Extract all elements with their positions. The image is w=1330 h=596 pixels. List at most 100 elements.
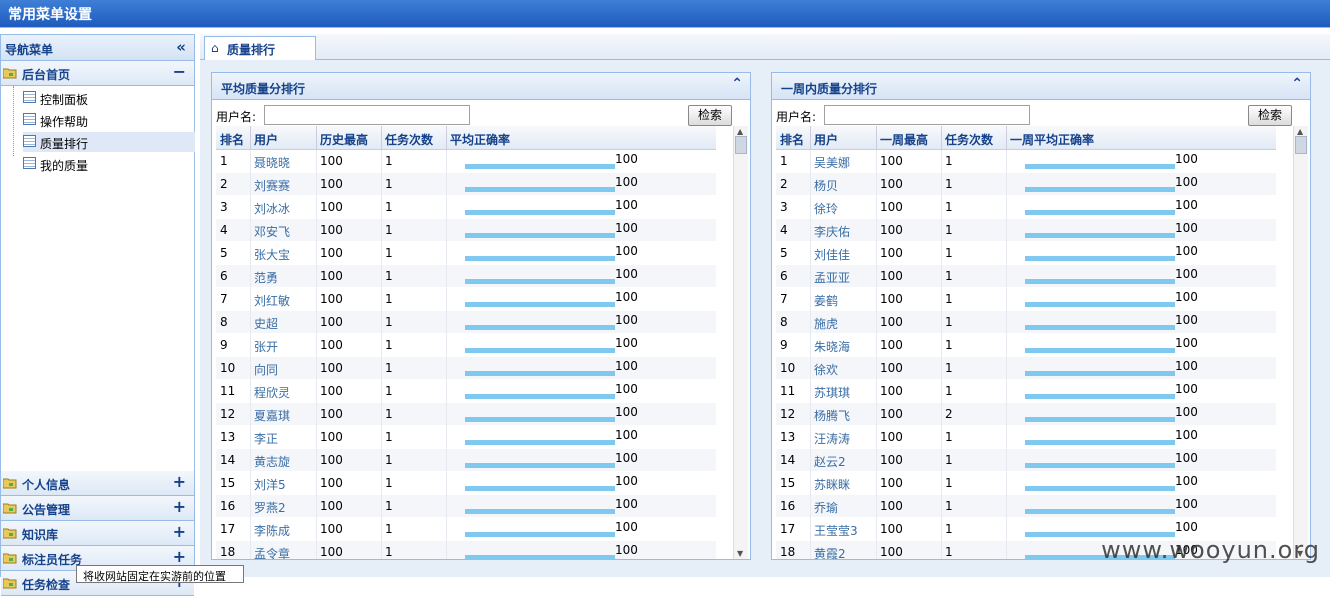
table-row[interactable]: 6 范勇 100 1 100 [216, 265, 716, 288]
column-header[interactable]: 排名 [220, 131, 244, 148]
user-cell[interactable]: 夏嘉琪 [254, 407, 290, 424]
nav-section-notices[interactable]: 公告管理 + [1, 496, 194, 521]
table-row[interactable]: 7 姜鹤 100 1 100 [776, 288, 1276, 311]
user-cell[interactable]: 张大宝 [254, 246, 290, 263]
table-row[interactable]: 10 向同 100 1 100 [216, 357, 716, 380]
user-cell[interactable]: 乔瑜 [814, 499, 838, 516]
nav-item-quality-ranking[interactable]: 质量排行 [23, 132, 195, 152]
column-header[interactable]: 用户 [254, 131, 278, 148]
user-cell[interactable]: 刘赛赛 [254, 177, 290, 194]
user-cell[interactable]: 刘红敏 [254, 292, 290, 309]
user-cell[interactable]: 孟令章 [254, 545, 290, 559]
collapse-icon[interactable]: « [176, 38, 186, 56]
expand-icon[interactable]: + [173, 522, 186, 541]
user-cell[interactable]: 孟亚亚 [814, 269, 850, 286]
table-row[interactable]: 7 刘红敏 100 1 100 [216, 288, 716, 311]
user-cell[interactable]: 朱晓海 [814, 338, 850, 355]
user-cell[interactable]: 刘佳佳 [814, 246, 850, 263]
column-header[interactable]: 平均正确率 [450, 131, 510, 148]
user-cell[interactable]: 王莹莹3 [814, 522, 858, 539]
expand-icon[interactable]: + [173, 547, 186, 566]
collapse-toggle-icon[interactable]: − [173, 62, 186, 81]
user-cell[interactable]: 苏琪琪 [814, 384, 850, 401]
user-cell[interactable]: 聂晓晓 [254, 154, 290, 171]
column-header[interactable]: 排名 [780, 131, 804, 148]
nav-item-my-quality[interactable]: 我的质量 [23, 154, 195, 174]
nav-section-home[interactable]: 后台首页 − [1, 61, 194, 86]
column-header[interactable]: 一周平均正确率 [1010, 131, 1094, 148]
scroll-thumb[interactable] [1295, 136, 1307, 154]
tab-quality-ranking[interactable]: ⌂ 质量排行 [204, 36, 316, 61]
table-row[interactable]: 15 苏眯眯 100 1 100 [776, 472, 1276, 495]
user-cell[interactable]: 刘洋5 [254, 476, 286, 493]
user-cell[interactable]: 张开 [254, 338, 278, 355]
user-cell[interactable]: 徐欢 [814, 361, 838, 378]
table-row[interactable]: 11 程欣灵 100 1 100 [216, 380, 716, 403]
table-row[interactable]: 5 刘佳佳 100 1 100 [776, 242, 1276, 265]
table-row[interactable]: 8 史超 100 1 100 [216, 311, 716, 334]
user-cell[interactable]: 赵云2 [814, 453, 846, 470]
user-cell[interactable]: 史超 [254, 315, 278, 332]
table-row[interactable]: 17 李陈成 100 1 100 [216, 518, 716, 541]
table-row[interactable]: 2 杨贝 100 1 100 [776, 173, 1276, 196]
expand-icon[interactable]: + [173, 497, 186, 516]
collapse-panel-icon[interactable]: ⌃ [731, 76, 743, 92]
scroll-thumb[interactable] [735, 136, 747, 154]
table-row[interactable]: 14 赵云2 100 1 100 [776, 449, 1276, 472]
user-cell[interactable]: 李陈成 [254, 522, 290, 539]
user-cell[interactable]: 姜鹤 [814, 292, 838, 309]
table-row[interactable]: 10 徐欢 100 1 100 [776, 357, 1276, 380]
user-cell[interactable]: 黄志旋 [254, 453, 290, 470]
user-cell[interactable]: 黄霞2 [814, 545, 846, 559]
user-cell[interactable]: 刘冰冰 [254, 200, 290, 217]
user-cell[interactable]: 向同 [254, 361, 278, 378]
table-row[interactable]: 1 吴美娜 100 1 100 [776, 150, 1276, 173]
table-row[interactable]: 2 刘赛赛 100 1 100 [216, 173, 716, 196]
expand-icon[interactable]: + [173, 472, 186, 491]
table-row[interactable]: 5 张大宝 100 1 100 [216, 242, 716, 265]
nav-section-knowledge-base[interactable]: 知识库 + [1, 521, 194, 546]
vertical-scrollbar[interactable]: ▲ ▼ [1293, 126, 1308, 559]
table-row[interactable]: 4 邓安飞 100 1 100 [216, 219, 716, 242]
scroll-up-icon[interactable]: ▲ [1297, 127, 1303, 136]
table-row[interactable]: 14 黄志旋 100 1 100 [216, 449, 716, 472]
search-button[interactable]: 检索 [688, 105, 732, 126]
user-cell[interactable]: 杨贝 [814, 177, 838, 194]
table-row[interactable]: 18 孟令章 100 1 100 [216, 541, 716, 559]
user-cell[interactable]: 苏眯眯 [814, 476, 850, 493]
user-cell[interactable]: 施虎 [814, 315, 838, 332]
table-row[interactable]: 3 刘冰冰 100 1 100 [216, 196, 716, 219]
user-cell[interactable]: 汪涛涛 [814, 430, 850, 447]
user-cell[interactable]: 程欣灵 [254, 384, 290, 401]
user-cell[interactable]: 徐玲 [814, 200, 838, 217]
vertical-scrollbar[interactable]: ▲ ▼ [733, 126, 748, 559]
scroll-down-icon[interactable]: ▼ [737, 549, 743, 558]
table-row[interactable]: 12 杨腾飞 100 2 100 [776, 403, 1276, 426]
column-header[interactable]: 任务次数 [945, 131, 993, 148]
table-row[interactable]: 15 刘洋5 100 1 100 [216, 472, 716, 495]
user-cell[interactable]: 范勇 [254, 269, 278, 286]
table-row[interactable]: 1 聂晓晓 100 1 100 [216, 150, 716, 173]
user-cell[interactable]: 邓安飞 [254, 223, 290, 240]
user-cell[interactable]: 杨腾飞 [814, 407, 850, 424]
user-cell[interactable]: 李正 [254, 430, 278, 447]
nav-item-help[interactable]: 操作帮助 [23, 110, 195, 130]
nav-section-personal-info[interactable]: 个人信息 + [1, 471, 194, 496]
table-row[interactable]: 11 苏琪琪 100 1 100 [776, 380, 1276, 403]
table-row[interactable]: 16 乔瑜 100 1 100 [776, 495, 1276, 518]
table-row[interactable]: 6 孟亚亚 100 1 100 [776, 265, 1276, 288]
user-cell[interactable]: 罗燕2 [254, 499, 286, 516]
column-header[interactable]: 历史最高 [320, 131, 368, 148]
table-row[interactable]: 9 张开 100 1 100 [216, 334, 716, 357]
username-input[interactable] [824, 105, 1030, 125]
scroll-up-icon[interactable]: ▲ [737, 127, 743, 136]
table-row[interactable]: 9 朱晓海 100 1 100 [776, 334, 1276, 357]
user-cell[interactable]: 吴美娜 [814, 154, 850, 171]
table-row[interactable]: 16 罗燕2 100 1 100 [216, 495, 716, 518]
table-row[interactable]: 13 李正 100 1 100 [216, 426, 716, 449]
nav-item-control-panel[interactable]: 控制面板 [23, 88, 195, 108]
column-header[interactable]: 任务次数 [385, 131, 433, 148]
table-row[interactable]: 3 徐玲 100 1 100 [776, 196, 1276, 219]
username-input[interactable] [264, 105, 470, 125]
column-header[interactable]: 一周最高 [880, 131, 928, 148]
